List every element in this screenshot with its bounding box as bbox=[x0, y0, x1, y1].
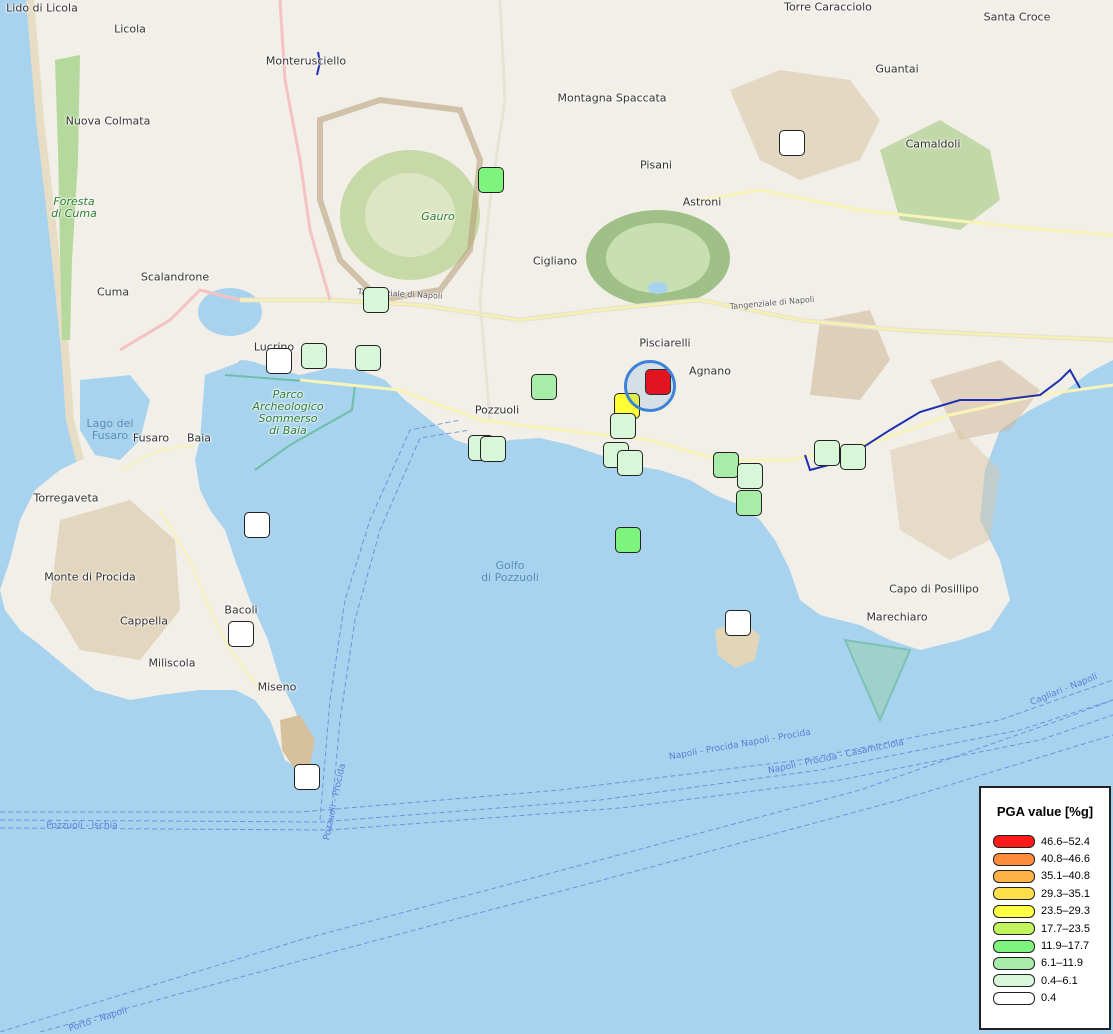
station-marker[interactable] bbox=[617, 450, 643, 476]
legend-swatch bbox=[993, 991, 1035, 1005]
lago-d-averno-shape bbox=[198, 288, 262, 336]
station-marker[interactable] bbox=[737, 463, 763, 489]
legend-item: 0.4 bbox=[993, 990, 1097, 1007]
legend-swatch bbox=[993, 922, 1035, 936]
legend-label: 23.5–29.3 bbox=[1041, 905, 1090, 918]
station-marker[interactable] bbox=[478, 167, 504, 193]
station-marker[interactable] bbox=[814, 440, 840, 466]
legend-item: 23.5–29.3 bbox=[993, 903, 1097, 920]
legend-item: 11.9–17.7 bbox=[993, 937, 1097, 954]
legend-item: 46.6–52.4 bbox=[993, 833, 1097, 850]
legend-label: 35.1–40.8 bbox=[1041, 870, 1090, 883]
station-marker[interactable] bbox=[301, 343, 327, 369]
legend-swatch bbox=[993, 904, 1035, 918]
station-marker[interactable] bbox=[363, 287, 389, 313]
legend-item: 29.3–35.1 bbox=[993, 885, 1097, 902]
epicenter-marker[interactable] bbox=[624, 360, 676, 412]
legend-swatch bbox=[993, 869, 1035, 883]
station-marker[interactable] bbox=[531, 374, 557, 400]
legend-swatch bbox=[993, 835, 1035, 849]
station-marker[interactable] bbox=[713, 452, 739, 478]
legend-label: 6.1–11.9 bbox=[1041, 957, 1084, 970]
station-marker[interactable] bbox=[228, 621, 254, 647]
legend-item: 35.1–40.8 bbox=[993, 868, 1097, 885]
legend-label: 0.4 bbox=[1041, 992, 1057, 1005]
legend-swatch bbox=[993, 852, 1035, 866]
pga-legend: PGA value [%g] 46.6–52.4 40.8–46.6 35.1–40… bbox=[979, 786, 1111, 1030]
legend-label: 0.4–6.1 bbox=[1041, 974, 1078, 987]
station-marker[interactable] bbox=[610, 413, 636, 439]
station-marker[interactable] bbox=[840, 444, 866, 470]
legend-item: 40.8–46.6 bbox=[993, 850, 1097, 867]
legend-label: 17.7–23.5 bbox=[1041, 922, 1090, 935]
station-marker[interactable] bbox=[736, 490, 762, 516]
station-marker[interactable] bbox=[725, 610, 751, 636]
station-marker[interactable] bbox=[266, 348, 292, 374]
station-marker[interactable] bbox=[480, 436, 506, 462]
legend-item: 6.1–11.9 bbox=[993, 955, 1097, 972]
legend-swatch bbox=[993, 956, 1035, 970]
legend-label: 40.8–46.6 bbox=[1041, 853, 1090, 866]
legend-item: 0.4–6.1 bbox=[993, 972, 1097, 989]
legend-label: 29.3–35.1 bbox=[1041, 887, 1090, 900]
legend-title: PGA value [%g] bbox=[996, 804, 1094, 819]
map-background[interactable] bbox=[0, 0, 1113, 1032]
legend-label: 11.9–17.7 bbox=[1041, 940, 1090, 953]
station-marker[interactable] bbox=[244, 512, 270, 538]
legend-swatch bbox=[993, 939, 1035, 953]
station-marker[interactable] bbox=[355, 345, 381, 371]
station-marker[interactable] bbox=[294, 764, 320, 790]
legend-label: 46.6–52.4 bbox=[1041, 835, 1090, 848]
legend-swatch bbox=[993, 887, 1035, 901]
legend-item: 17.7–23.5 bbox=[993, 920, 1097, 937]
legend-swatch bbox=[993, 974, 1035, 988]
station-marker[interactable] bbox=[779, 130, 805, 156]
station-marker[interactable] bbox=[615, 527, 641, 553]
